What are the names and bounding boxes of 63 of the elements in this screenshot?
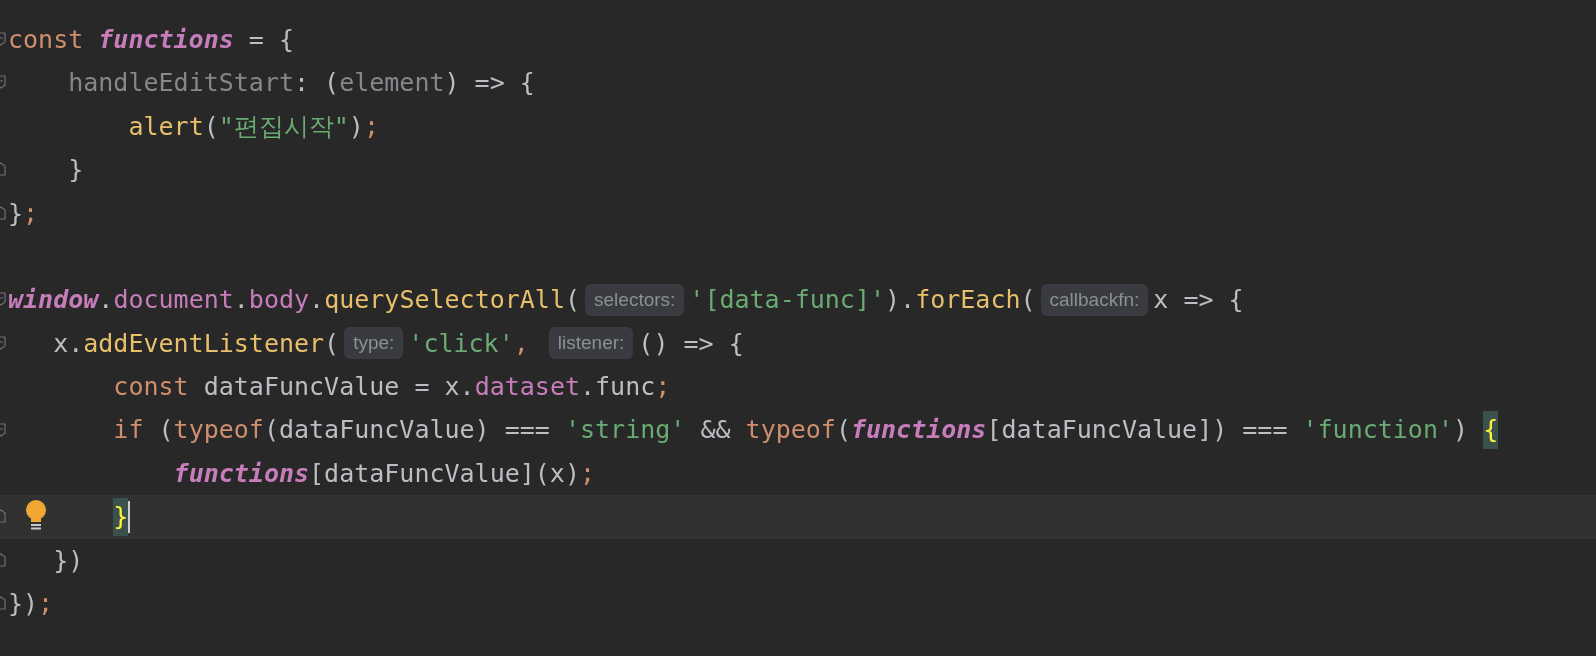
code-string: 'click' bbox=[408, 327, 514, 360]
code-text: ) bbox=[1453, 414, 1470, 447]
code-function-call: alert bbox=[128, 110, 204, 143]
code-text: [dataFuncValue]) === bbox=[986, 414, 1289, 447]
code-text: ). bbox=[885, 284, 916, 317]
parameter-hint: callbackfn: bbox=[1040, 284, 1149, 317]
code-text: } bbox=[8, 197, 24, 230]
code-identifier: window bbox=[8, 284, 99, 317]
parameter-hint: type: bbox=[344, 327, 404, 360]
code-text: . bbox=[233, 284, 249, 317]
code-text: } bbox=[68, 154, 84, 187]
code-text: ( bbox=[835, 414, 851, 447]
code-string: 'function' bbox=[1302, 414, 1453, 447]
code-keyword: typeof bbox=[173, 414, 264, 447]
code-keyword: , bbox=[513, 327, 530, 360]
code-function-call: forEach bbox=[915, 284, 1021, 317]
code-text: () => { bbox=[638, 327, 744, 360]
code-string: '[data-func]' bbox=[689, 284, 885, 317]
code-text: ( bbox=[1020, 284, 1036, 317]
code-text: }) bbox=[53, 544, 84, 577]
matched-brace: } bbox=[113, 498, 129, 536]
code-text: && bbox=[700, 414, 732, 447]
matched-brace: { bbox=[1483, 411, 1499, 449]
code-text: (dataFuncValue) === bbox=[263, 414, 551, 447]
code-identifier: functions bbox=[850, 414, 987, 447]
code-text: [dataFuncValue](x) bbox=[309, 457, 580, 490]
code-text: x. bbox=[53, 327, 84, 360]
code-keyword: ; bbox=[23, 197, 39, 230]
code-text: x => { bbox=[1153, 284, 1244, 317]
code-function-call: addEventListener bbox=[83, 327, 325, 360]
code-text: ) bbox=[348, 110, 364, 143]
code-text: . bbox=[309, 284, 325, 317]
code-function-call: querySelectorAll bbox=[324, 284, 565, 317]
code-keyword: if bbox=[113, 414, 144, 447]
code-text: : ( bbox=[294, 67, 340, 100]
code-identifier: handleEditStart bbox=[68, 67, 294, 100]
code-identifier: element bbox=[339, 67, 445, 100]
code-text: . bbox=[98, 284, 114, 317]
parameter-hint: listener: bbox=[548, 327, 634, 360]
code-text: ( bbox=[324, 327, 340, 360]
code-property: document bbox=[113, 284, 234, 317]
code-string: 'string' bbox=[564, 414, 686, 447]
code-text: dataFuncValue = x. bbox=[203, 371, 475, 404]
code-text: .func bbox=[580, 371, 656, 404]
code-identifier: functions bbox=[98, 23, 234, 56]
code-text: ) => { bbox=[444, 67, 535, 100]
code-text: ( bbox=[203, 110, 219, 143]
code-string: "편집시작" bbox=[218, 110, 349, 143]
code-text: = { bbox=[248, 23, 294, 56]
code-property: body bbox=[248, 284, 310, 317]
code-keyword: ; bbox=[38, 588, 54, 620]
code-identifier: functions bbox=[173, 457, 310, 490]
code-text: }) bbox=[8, 588, 39, 620]
parameter-hint: selectors: bbox=[585, 284, 685, 317]
code-text: ( bbox=[158, 414, 174, 447]
code-keyword: ; bbox=[363, 110, 379, 143]
code-keyword: ; bbox=[655, 371, 671, 404]
code-text: ( bbox=[564, 284, 581, 317]
code-keyword: const bbox=[8, 23, 85, 56]
code-keyword: typeof bbox=[745, 414, 836, 447]
code-keyword: ; bbox=[580, 457, 596, 490]
code-property: dataset bbox=[474, 371, 580, 404]
code-keyword: const bbox=[113, 371, 189, 404]
